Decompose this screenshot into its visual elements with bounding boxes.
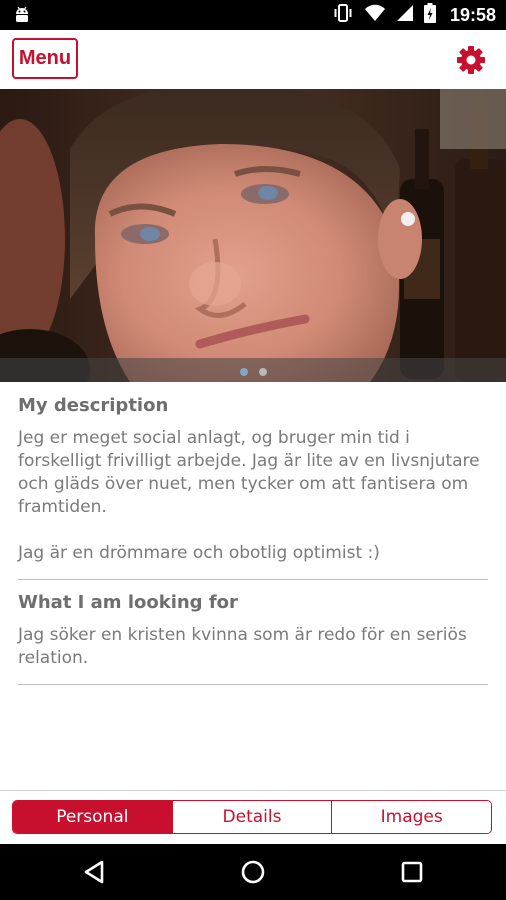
looking-for-section: What I am looking for Jag söker en krist…: [18, 590, 488, 670]
status-time: 19:58: [449, 4, 496, 25]
status-bar: 19:58: [0, 0, 506, 30]
wifi-icon: [364, 4, 386, 26]
menu-button[interactable]: Menu: [12, 38, 78, 79]
tab-personal[interactable]: Personal: [13, 801, 172, 833]
battery-icon: [423, 3, 436, 27]
tab-details[interactable]: Details: [171, 801, 332, 833]
signal-icon: [396, 4, 414, 26]
back-icon[interactable]: [80, 858, 108, 886]
tab-bar: Personal Details Images: [0, 790, 506, 845]
description-text: Jeg er meget social anlagt, og bruger mi…: [18, 428, 480, 563]
app-bar: Menu: [0, 30, 506, 89]
page-dot-active[interactable]: [239, 368, 248, 376]
system-nav-bar: [0, 844, 506, 900]
divider: [18, 684, 488, 685]
gear-icon[interactable]: [456, 45, 486, 75]
page-dot[interactable]: [258, 368, 267, 376]
description-section: My description Jeg er meget social anlag…: [18, 393, 488, 565]
tab-images[interactable]: Images: [331, 801, 491, 833]
home-icon[interactable]: [239, 858, 267, 886]
looking-for-title: What I am looking for: [18, 592, 238, 613]
divider: [18, 579, 488, 580]
description-title: My description: [18, 395, 169, 416]
page-indicator: [0, 368, 506, 376]
vibrate-icon: [332, 3, 354, 27]
android-icon: [12, 5, 32, 25]
segmented-control: Personal Details Images: [12, 800, 492, 834]
profile-photo[interactable]: [0, 89, 506, 382]
recents-icon[interactable]: [398, 858, 426, 886]
profile-content: My description Jeg er meget social anlag…: [18, 393, 488, 695]
looking-for-text: Jag söker en kristen kvinna som är redo …: [18, 625, 467, 668]
